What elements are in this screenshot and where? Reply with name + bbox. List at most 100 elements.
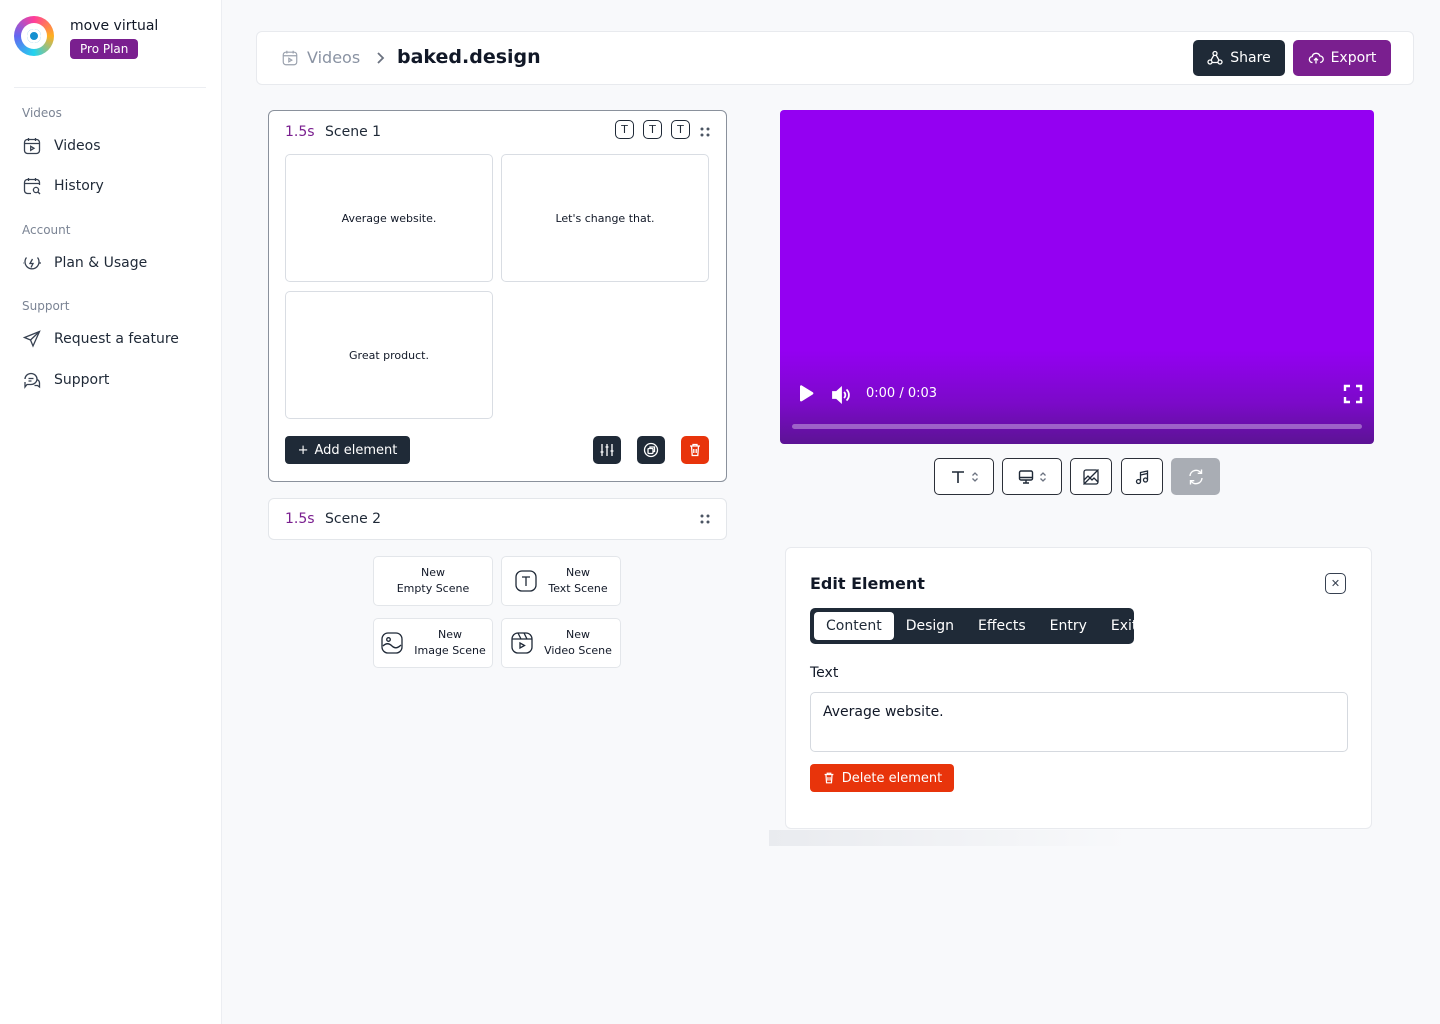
label-line: New xyxy=(437,628,462,641)
fullscreen-icon[interactable] xyxy=(1343,384,1363,404)
tab-entry[interactable]: Entry xyxy=(1038,612,1099,640)
refresh-preview-button[interactable] xyxy=(1171,458,1220,495)
sidebar-section-videos: Videos xyxy=(22,106,62,120)
panel-shadow xyxy=(769,830,1129,846)
new-video-scene-label: New Video Scene xyxy=(544,627,612,659)
trash-icon xyxy=(824,772,834,784)
sidebar-section-account: Account xyxy=(22,223,71,237)
scene-element-icons: T T T xyxy=(615,120,690,139)
sidebar-section-support: Support xyxy=(22,299,70,313)
tab-effects[interactable]: Effects xyxy=(966,612,1038,640)
new-text-scene-button[interactable]: New Text Scene xyxy=(501,556,621,606)
trash-icon xyxy=(690,443,700,457)
tab-exit[interactable]: Exit xyxy=(1099,612,1150,640)
close-icon[interactable]: ✕ xyxy=(1325,573,1346,594)
drag-handle-icon[interactable] xyxy=(700,127,710,137)
text-element-icon[interactable]: T xyxy=(643,120,662,139)
add-element-label: Add element xyxy=(314,442,398,458)
new-text-scene-label: New Text Scene xyxy=(548,565,607,597)
plan-badge: Pro Plan xyxy=(70,39,139,59)
scene-name: Scene 1 xyxy=(325,124,382,140)
panel-title: Edit Element xyxy=(810,574,925,593)
sidebar-item-support[interactable]: Support xyxy=(22,370,109,390)
scene-duration: 1.5s xyxy=(285,511,315,527)
new-empty-scene-label: New Empty Scene xyxy=(397,565,470,597)
scene-settings-button[interactable] xyxy=(593,436,621,464)
plus-icon: + xyxy=(297,442,309,458)
music-button[interactable] xyxy=(1121,458,1163,495)
video-icon xyxy=(511,632,533,654)
sidebar-item-history[interactable]: History xyxy=(22,176,104,196)
cloud-upload-icon xyxy=(1308,52,1324,64)
label-line: New xyxy=(420,566,445,579)
image-icon xyxy=(381,632,403,654)
video-calendar-icon xyxy=(282,50,298,66)
new-empty-scene-button[interactable]: New Empty Scene xyxy=(373,556,493,606)
playback-time: 0:00 / 0:03 xyxy=(866,386,938,401)
sidebar-item-label: Support xyxy=(54,372,110,388)
video-player[interactable]: 0:00 / 0:03 xyxy=(780,110,1374,444)
breadcrumb-videos-link[interactable]: Videos xyxy=(307,48,360,67)
sidebar-item-label: Request a feature xyxy=(54,331,179,347)
element-card[interactable]: Let's change that. xyxy=(501,154,709,282)
add-element-button[interactable]: + Add element xyxy=(285,436,410,464)
new-video-scene-button[interactable]: New Video Scene xyxy=(501,618,621,668)
tab-design[interactable]: Design xyxy=(894,612,966,640)
app-logo xyxy=(14,16,54,56)
duplicate-icon xyxy=(643,442,659,458)
sidebar-item-label: Videos xyxy=(54,138,101,154)
text-style-select[interactable] xyxy=(934,458,994,495)
send-icon xyxy=(22,330,41,348)
scene-header: 1.5s Scene 1 xyxy=(285,124,381,140)
element-card[interactable]: Average website. xyxy=(285,154,493,282)
text-icon xyxy=(951,470,964,483)
new-image-scene-label: New Image Scene xyxy=(414,627,485,659)
billing-icon xyxy=(23,257,41,270)
header-bar: Videos baked.design Share Export xyxy=(256,31,1414,85)
sidebar-item-request-feature[interactable]: Request a feature xyxy=(22,329,179,349)
progress-bar[interactable] xyxy=(792,424,1362,429)
share-button-label: Share xyxy=(1230,50,1271,66)
sidebar-item-videos[interactable]: Videos xyxy=(22,136,101,156)
sidebar-item-label: History xyxy=(54,178,104,194)
display-size-select[interactable] xyxy=(1002,458,1062,495)
edit-element-panel: Edit Element ✕ Content Design Effects En… xyxy=(785,547,1372,829)
text-field[interactable]: Average website. xyxy=(810,692,1348,752)
text-element-icon[interactable]: T xyxy=(615,120,634,139)
music-note-icon xyxy=(1135,469,1149,484)
text-element-icon[interactable]: T xyxy=(671,120,690,139)
video-calendar-icon xyxy=(23,138,41,155)
refresh-icon xyxy=(1188,469,1203,484)
tab-content[interactable]: Content xyxy=(814,612,894,640)
label-line: Video Scene xyxy=(544,644,612,657)
monitor-icon xyxy=(1018,469,1033,484)
label-line: Empty Scene xyxy=(396,582,470,595)
sidebar-item-plan-usage[interactable]: Plan & Usage xyxy=(22,253,147,273)
image-off-icon xyxy=(1083,468,1099,485)
delete-scene-button[interactable] xyxy=(681,436,709,464)
delete-element-button[interactable]: Delete element xyxy=(810,764,954,792)
label-line: Image Scene xyxy=(414,644,486,657)
play-icon[interactable] xyxy=(795,383,817,405)
share-button[interactable]: Share xyxy=(1193,40,1285,76)
drag-handle-icon[interactable] xyxy=(700,514,710,524)
sidebar: move virtual Pro Plan Videos Videos Hist… xyxy=(0,0,222,1024)
chat-icon xyxy=(24,372,41,389)
calendar-search-icon xyxy=(23,178,41,195)
brand: move virtual Pro Plan xyxy=(14,16,158,59)
no-media-button[interactable] xyxy=(1070,458,1112,495)
duplicate-scene-button[interactable] xyxy=(637,436,665,464)
page-title: baked.design xyxy=(397,46,541,68)
scene-card-2[interactable]: 1.5s Scene 2 xyxy=(268,498,727,540)
scene-duration: 1.5s xyxy=(285,124,315,140)
new-image-scene-button[interactable]: New Image Scene xyxy=(373,618,493,668)
export-button[interactable]: Export xyxy=(1293,40,1391,76)
label-line: New xyxy=(565,628,590,641)
scene-card-1[interactable]: 1.5s Scene 1 T T T Average website. Let'… xyxy=(268,110,727,482)
element-card[interactable]: Great product. xyxy=(285,291,493,419)
text-icon xyxy=(515,570,538,592)
volume-icon[interactable] xyxy=(830,384,852,406)
sidebar-divider xyxy=(14,87,206,88)
chevron-up-down-icon xyxy=(1039,471,1046,482)
sidebar-item-label: Plan & Usage xyxy=(54,255,148,271)
